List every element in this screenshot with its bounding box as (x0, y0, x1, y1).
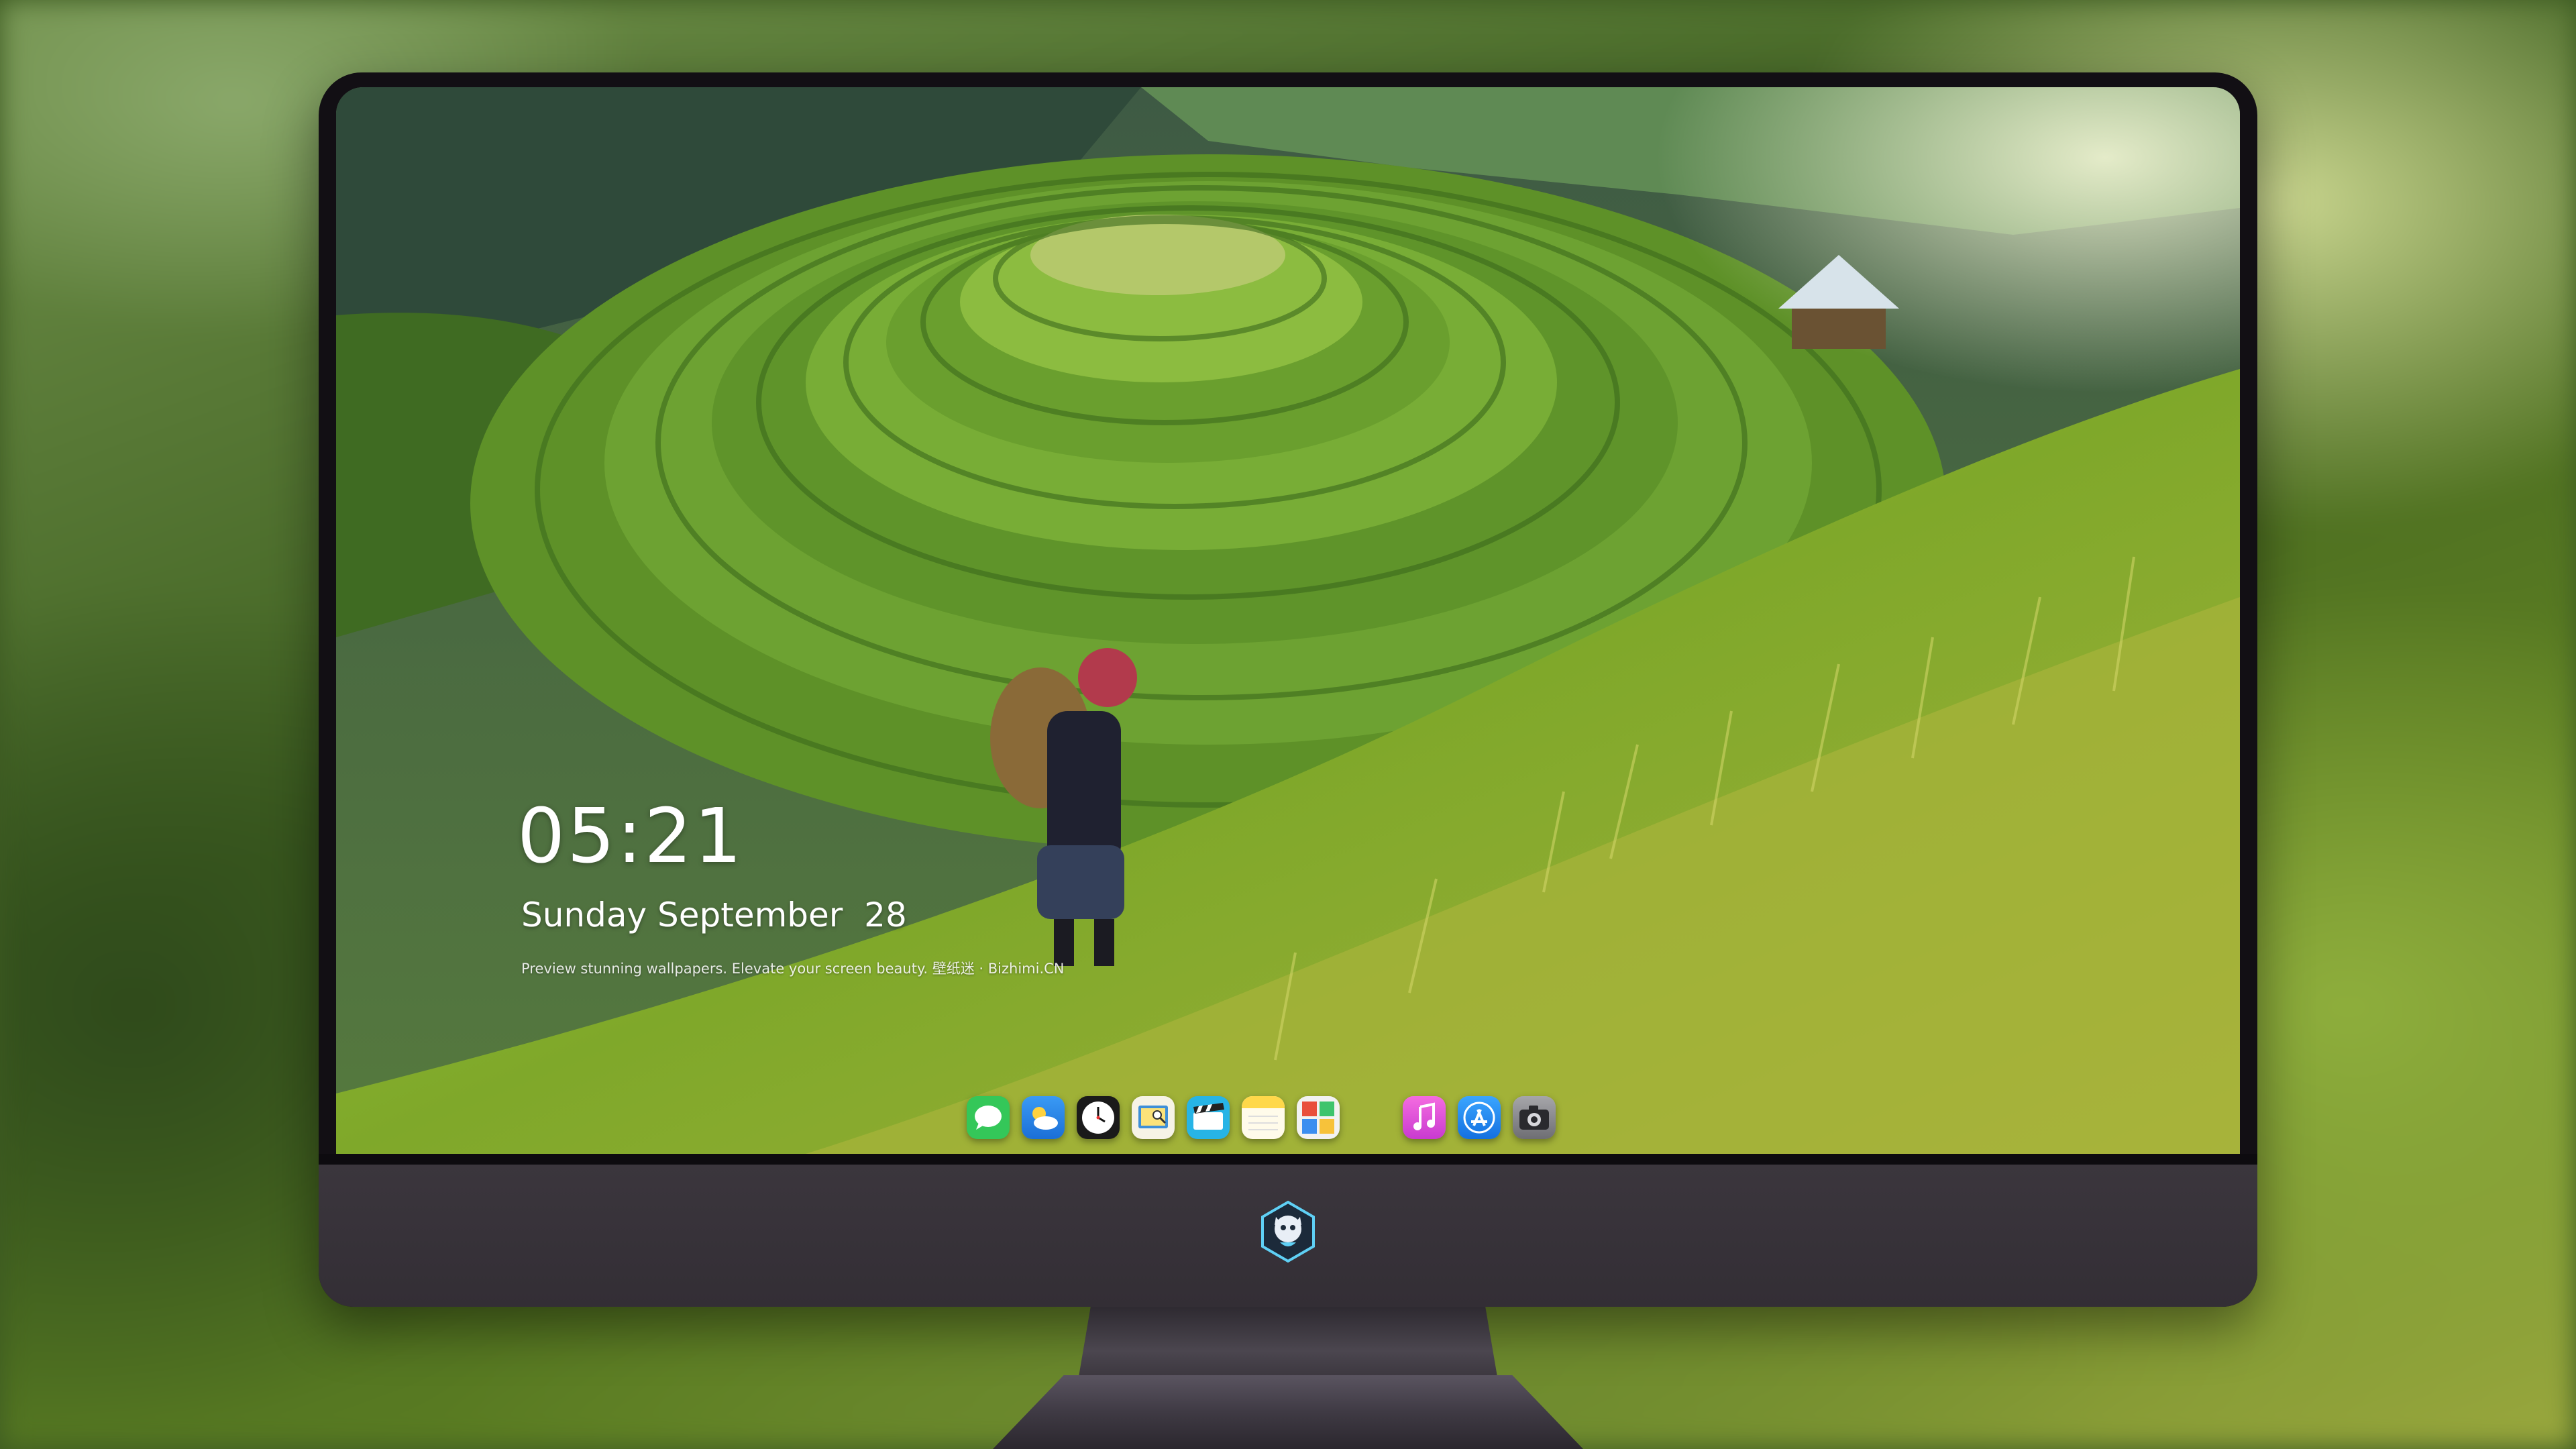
clips-icon[interactable] (1187, 1096, 1230, 1139)
screen: 05:21 Sunday September 28 Preview stunni… (336, 87, 2240, 1154)
monitor: 05:21 Sunday September 28 Preview stunni… (319, 72, 2257, 1307)
preview-icon[interactable] (1132, 1096, 1175, 1139)
lock-screen-time: 05:21 (517, 793, 744, 880)
music-icon[interactable] (1403, 1096, 1446, 1139)
bezel-divider (319, 1154, 2257, 1165)
clock-icon[interactable] (1077, 1096, 1120, 1139)
lock-screen-tagline: Preview stunning wallpapers. Elevate you… (521, 961, 1065, 977)
mascot-logo-icon (1261, 1200, 1315, 1263)
messages-icon[interactable] (967, 1096, 1010, 1139)
weather-icon[interactable] (1022, 1096, 1065, 1139)
monitor-stand-neck (1078, 1307, 1498, 1381)
wallpaper-rice-terraces (336, 87, 2240, 1154)
app-store-icon[interactable] (1458, 1096, 1501, 1139)
notes-icon[interactable] (1242, 1096, 1285, 1139)
lock-screen-date: Sunday September 28 (521, 896, 907, 934)
monitor-chin (319, 1165, 2257, 1307)
camera-icon[interactable] (1513, 1096, 1556, 1139)
dock (967, 1085, 1556, 1150)
photo-booth-icon[interactable] (1297, 1096, 1340, 1139)
monitor-stand-base (993, 1375, 1583, 1449)
